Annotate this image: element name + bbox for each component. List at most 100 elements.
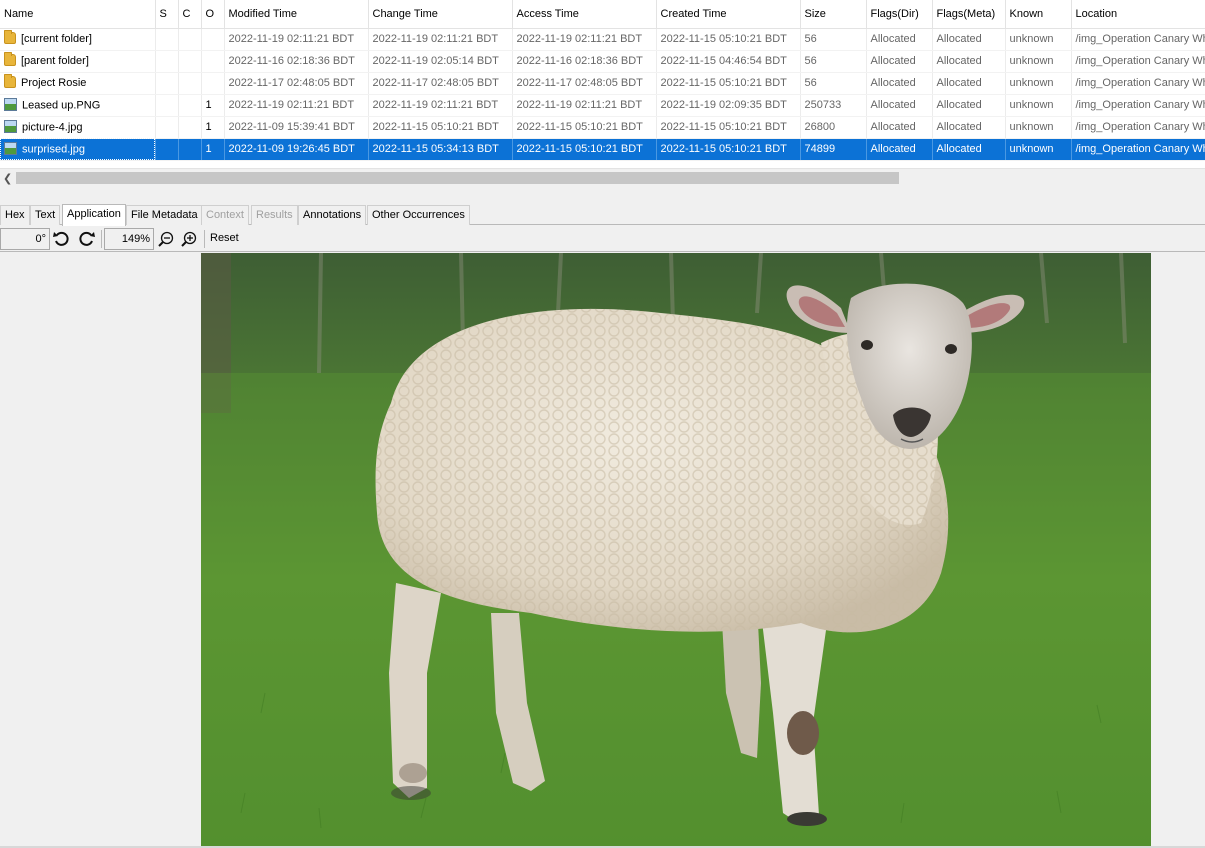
cell-c[interactable] bbox=[178, 138, 202, 161]
column-header-known[interactable]: Known bbox=[1005, 0, 1072, 29]
cell-location[interactable]: /img_Operation Canary Wh bbox=[1071, 50, 1205, 73]
cell-access-time[interactable]: 2022-11-19 02:11:21 BDT bbox=[512, 28, 657, 51]
cell-flags-dir[interactable]: Allocated bbox=[866, 50, 933, 73]
cell-modified-time[interactable]: 2022-11-16 02:18:36 BDT bbox=[224, 50, 369, 73]
cell-location[interactable]: /img_Operation Canary Wh bbox=[1071, 72, 1205, 95]
cell-flags-meta[interactable]: Allocated bbox=[932, 116, 1006, 139]
scrollbar-thumb[interactable] bbox=[16, 172, 899, 184]
cell-access-time[interactable]: 2022-11-17 02:48:05 BDT bbox=[512, 72, 657, 95]
cell-modified-time[interactable]: 2022-11-17 02:48:05 BDT bbox=[224, 72, 369, 95]
cell-s[interactable] bbox=[155, 94, 179, 117]
cell-name[interactable]: Project Rosie bbox=[0, 72, 156, 95]
cell-o[interactable] bbox=[201, 28, 225, 51]
cell-change-time[interactable]: 2022-11-19 02:11:21 BDT bbox=[368, 28, 513, 51]
tab-annotations[interactable]: Annotations bbox=[298, 205, 367, 225]
cell-access-time[interactable]: 2022-11-15 05:10:21 BDT bbox=[512, 116, 657, 139]
column-header-flags-meta[interactable]: Flags(Meta) bbox=[932, 0, 1006, 29]
cell-access-time[interactable]: 2022-11-16 02:18:36 BDT bbox=[512, 50, 657, 73]
cell-created-time[interactable]: 2022-11-15 05:10:21 BDT bbox=[656, 138, 801, 161]
cell-s[interactable] bbox=[155, 72, 179, 95]
table-row[interactable]: Project Rosie 2022-11-17 02:48:05 BDT 2022… bbox=[0, 72, 1205, 95]
cell-size[interactable]: 74899 bbox=[800, 138, 867, 161]
cell-known[interactable]: unknown bbox=[1005, 28, 1072, 51]
cell-flags-dir[interactable]: Allocated bbox=[866, 116, 933, 139]
cell-c[interactable] bbox=[178, 28, 202, 51]
column-header-o[interactable]: O bbox=[201, 0, 225, 29]
cell-o[interactable]: 1 bbox=[201, 94, 225, 117]
cell-known[interactable]: unknown bbox=[1005, 72, 1072, 95]
table-row[interactable]: Leased up.PNG 1 2022-11-19 02:11:21 BDT 202… bbox=[0, 94, 1205, 117]
column-header-c[interactable]: C bbox=[178, 0, 202, 29]
cell-flags-dir[interactable]: Allocated bbox=[866, 72, 933, 95]
cell-modified-time[interactable]: 2022-11-09 19:26:45 BDT bbox=[224, 138, 369, 161]
cell-s[interactable] bbox=[155, 138, 179, 161]
cell-name[interactable]: picture-4.jpg bbox=[0, 116, 156, 139]
zoom-field[interactable]: 149% bbox=[104, 228, 154, 250]
cell-s[interactable] bbox=[155, 116, 179, 139]
cell-name[interactable]: Leased up.PNG bbox=[0, 94, 156, 117]
cell-flags-meta[interactable]: Allocated bbox=[932, 28, 1006, 51]
cell-location[interactable]: /img_Operation Canary Wh bbox=[1071, 94, 1205, 117]
cell-size[interactable]: 250733 bbox=[800, 94, 867, 117]
cell-known[interactable]: unknown bbox=[1005, 116, 1072, 139]
cell-change-time[interactable]: 2022-11-17 02:48:05 BDT bbox=[368, 72, 513, 95]
table-row[interactable]: [current folder] 2022-11-19 02:11:21 BDT 2… bbox=[0, 28, 1205, 51]
cell-o[interactable]: 1 bbox=[201, 138, 225, 161]
cell-known[interactable]: unknown bbox=[1005, 94, 1072, 117]
table-row[interactable]: surprised.jpg 1 2022-11-09 19:26:45 BDT 202… bbox=[0, 138, 1205, 161]
tab-file-metadata[interactable]: File Metadata bbox=[126, 205, 203, 225]
tab-hex[interactable]: Hex bbox=[0, 205, 30, 225]
cell-size[interactable]: 26800 bbox=[800, 116, 867, 139]
cell-created-time[interactable]: 2022-11-15 05:10:21 BDT bbox=[656, 116, 801, 139]
cell-s[interactable] bbox=[155, 50, 179, 73]
rotate-left-icon[interactable] bbox=[52, 230, 72, 248]
column-header-access-time[interactable]: Access Time bbox=[512, 0, 657, 29]
cell-known[interactable]: unknown bbox=[1005, 50, 1072, 73]
cell-location[interactable]: /img_Operation Canary Wh bbox=[1071, 28, 1205, 51]
column-header-location[interactable]: Location bbox=[1071, 0, 1205, 29]
column-header-modified-time[interactable]: Modified Time bbox=[224, 0, 369, 29]
cell-flags-meta[interactable]: Allocated bbox=[932, 138, 1006, 161]
column-header-s[interactable]: S bbox=[155, 0, 179, 29]
cell-size[interactable]: 56 bbox=[800, 28, 867, 51]
table-row[interactable]: [parent folder] 2022-11-16 02:18:36 BDT 20… bbox=[0, 50, 1205, 73]
cell-created-time[interactable]: 2022-11-19 02:09:35 BDT bbox=[656, 94, 801, 117]
cell-name[interactable]: surprised.jpg bbox=[0, 138, 156, 161]
rotation-field[interactable]: 0° bbox=[0, 228, 50, 250]
cell-flags-meta[interactable]: Allocated bbox=[932, 72, 1006, 95]
cell-created-time[interactable]: 2022-11-15 05:10:21 BDT bbox=[656, 28, 801, 51]
cell-size[interactable]: 56 bbox=[800, 72, 867, 95]
cell-name[interactable]: [current folder] bbox=[0, 28, 156, 51]
scroll-left-arrow-icon[interactable]: ❮ bbox=[3, 172, 12, 185]
cell-change-time[interactable]: 2022-11-19 02:11:21 BDT bbox=[368, 94, 513, 117]
cell-access-time[interactable]: 2022-11-15 05:10:21 BDT bbox=[512, 138, 657, 161]
cell-flags-meta[interactable]: Allocated bbox=[932, 50, 1006, 73]
zoom-in-icon[interactable] bbox=[180, 230, 200, 248]
cell-flags-dir[interactable]: Allocated bbox=[866, 138, 933, 161]
cell-size[interactable]: 56 bbox=[800, 50, 867, 73]
cell-change-time[interactable]: 2022-11-15 05:10:21 BDT bbox=[368, 116, 513, 139]
cell-flags-meta[interactable]: Allocated bbox=[932, 94, 1006, 117]
tab-other-occurrences[interactable]: Other Occurrences bbox=[367, 205, 470, 225]
tab-application[interactable]: Application bbox=[62, 204, 126, 226]
cell-o[interactable]: 1 bbox=[201, 116, 225, 139]
cell-access-time[interactable]: 2022-11-19 02:11:21 BDT bbox=[512, 94, 657, 117]
cell-created-time[interactable]: 2022-11-15 05:10:21 BDT bbox=[656, 72, 801, 95]
cell-flags-dir[interactable]: Allocated bbox=[866, 94, 933, 117]
zoom-out-icon[interactable] bbox=[157, 230, 177, 248]
cell-known[interactable]: unknown bbox=[1005, 138, 1072, 161]
cell-location[interactable]: /img_Operation Canary Wh bbox=[1071, 138, 1205, 161]
cell-name[interactable]: [parent folder] bbox=[0, 50, 156, 73]
cell-change-time[interactable]: 2022-11-19 02:05:14 BDT bbox=[368, 50, 513, 73]
column-header-created-time[interactable]: Created Time bbox=[656, 0, 801, 29]
cell-c[interactable] bbox=[178, 94, 202, 117]
cell-modified-time[interactable]: 2022-11-19 02:11:21 BDT bbox=[224, 28, 369, 51]
column-header-name[interactable]: Name bbox=[0, 0, 156, 29]
reset-button[interactable]: Reset bbox=[210, 232, 239, 244]
cell-c[interactable] bbox=[178, 72, 202, 95]
cell-flags-dir[interactable]: Allocated bbox=[866, 28, 933, 51]
column-header-flags-dir[interactable]: Flags(Dir) bbox=[866, 0, 933, 29]
horizontal-scrollbar[interactable]: ❮ bbox=[0, 168, 1205, 187]
tab-text[interactable]: Text bbox=[30, 205, 61, 225]
cell-created-time[interactable]: 2022-11-15 04:46:54 BDT bbox=[656, 50, 801, 73]
